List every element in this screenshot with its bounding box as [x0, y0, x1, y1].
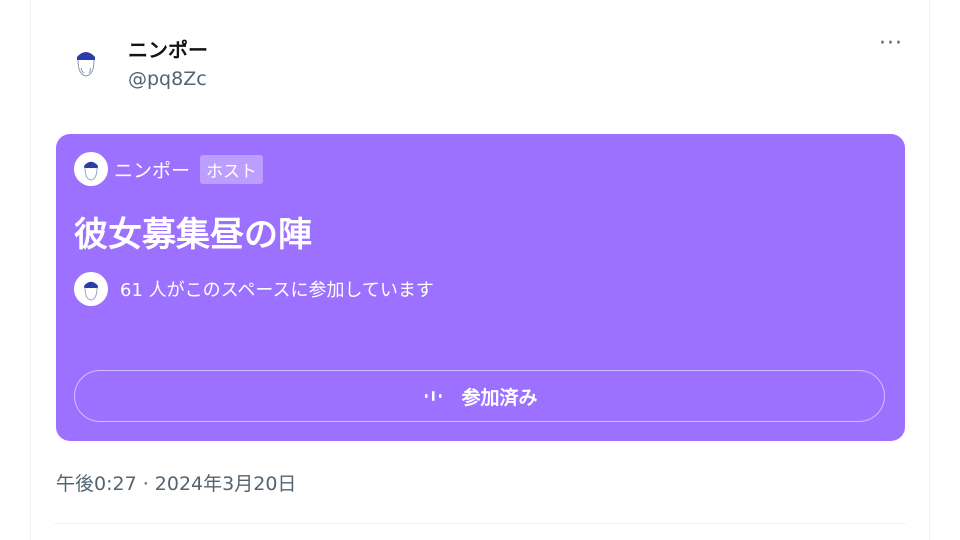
space-title: 彼女募集昼の陣 — [74, 215, 312, 255]
host-avatar — [74, 152, 108, 186]
host-badge: ホスト — [200, 154, 264, 184]
space-host-row: ニンポー ホスト — [74, 152, 264, 186]
timeline-column-border-right — [929, 0, 930, 540]
host-name: ニンポー — [114, 159, 191, 182]
listeners-count-text: 61 人がこのスペースに参加しています — [120, 280, 434, 301]
space-listeners-row: 61 人がこのスペースに参加しています — [74, 272, 434, 306]
joined-button-label: 参加済み — [461, 386, 538, 409]
person-doodle-icon — [74, 152, 108, 186]
person-doodle-icon — [66, 42, 106, 82]
author-avatar[interactable] — [66, 42, 106, 82]
space-card[interactable]: ニンポー ホスト 彼女募集昼の陣 61 人がこのスペースに参加しています 参加済… — [56, 134, 905, 441]
joined-button[interactable]: 参加済み — [74, 370, 885, 422]
post-author-header: ニンポー @pq8Zc ··· — [56, 28, 916, 108]
author-name[interactable]: ニンポー — [128, 34, 208, 63]
post-timestamp[interactable]: 午後0:27 · 2024年3月20日 — [56, 469, 296, 496]
listener-avatar — [74, 272, 108, 306]
timeline-column-border-left — [30, 0, 31, 540]
audio-wave-icon — [425, 391, 442, 401]
post-divider — [54, 523, 906, 524]
author-handle[interactable]: @pq8Zc — [128, 68, 207, 90]
more-options-button[interactable]: ··· — [874, 33, 908, 62]
person-doodle-icon — [74, 272, 108, 306]
